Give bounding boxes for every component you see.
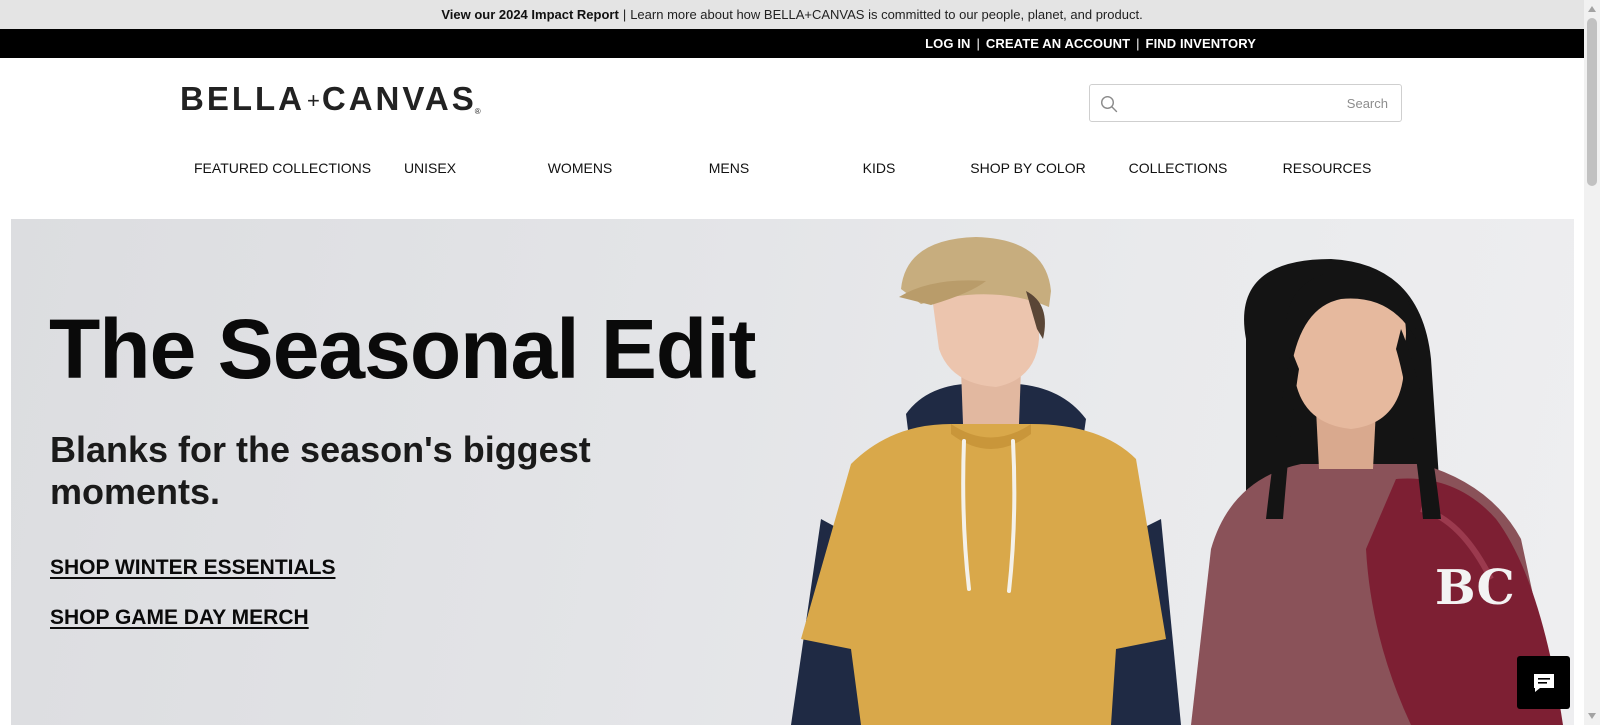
account-separator: | (976, 36, 980, 51)
logo-plus: + (307, 88, 320, 113)
logo-text-left: BELLA (180, 80, 305, 117)
impact-report-link[interactable]: View our 2024 Impact Report (441, 7, 619, 22)
scroll-down-arrow-icon[interactable] (1588, 713, 1596, 719)
jacket-letters: BC (1435, 560, 1515, 616)
nav-item-collections[interactable]: COLLECTIONS (1103, 160, 1253, 176)
nav-item-resources[interactable]: RESOURCES (1252, 160, 1402, 176)
find-inventory-link[interactable]: FIND INVENTORY (1146, 36, 1256, 51)
shop-winter-essentials-link[interactable]: SHOP WINTER ESSENTIALS (50, 556, 335, 580)
announcement-separator: | (622, 7, 627, 22)
scrollbar-thumb[interactable] (1587, 18, 1597, 186)
account-separator: | (1136, 36, 1140, 51)
main-navigation: FEATURED COLLECTIONS UNISEX WOMENS MENS … (194, 160, 1402, 184)
announcement-bar: View our 2024 Impact Report | Learn more… (0, 0, 1584, 29)
login-link[interactable]: LOG IN (925, 36, 970, 51)
chat-bubble-icon (1533, 673, 1554, 692)
nav-item-featured-collections[interactable]: FEATURED COLLECTIONS (194, 160, 371, 176)
shop-game-day-merch-link[interactable]: SHOP GAME DAY MERCH (50, 606, 309, 630)
hero-model-man (791, 237, 1181, 725)
hero-title: The Seasonal Edit (49, 302, 757, 396)
logo-registered-mark: ® (474, 107, 481, 116)
create-account-link[interactable]: CREATE AN ACCOUNT (986, 36, 1130, 51)
search-box[interactable] (1089, 84, 1402, 122)
page-scrollbar[interactable] (1584, 0, 1600, 725)
nav-item-womens[interactable]: WOMENS (505, 160, 655, 176)
nav-item-mens[interactable]: MENS (654, 160, 804, 176)
nav-item-unisex[interactable]: UNISEX (355, 160, 505, 176)
nav-item-shop-by-color[interactable]: SHOP BY COLOR (953, 160, 1103, 176)
search-input[interactable] (1126, 86, 1388, 120)
hero-model-woman: BC (1191, 259, 1563, 725)
account-links: LOG IN | CREATE AN ACCOUNT | FIND INVENT… (925, 29, 1256, 58)
account-bar: LOG IN | CREATE AN ACCOUNT | FIND INVENT… (0, 29, 1584, 58)
scroll-up-arrow-icon[interactable] (1588, 6, 1596, 12)
nav-item-kids[interactable]: KIDS (804, 160, 954, 176)
hero-subtitle: Blanks for the season's biggest moments. (50, 429, 591, 512)
logo-text-right: CANVAS (321, 80, 477, 117)
announcement-text: Learn more about how BELLA+CANVAS is com… (630, 7, 1143, 22)
brand-logo[interactable]: BELLA + CANVAS ® (180, 80, 481, 118)
hero-banner[interactable]: The Seasonal Edit Blanks for the season'… (11, 219, 1574, 725)
chat-button[interactable] (1517, 656, 1570, 709)
search-icon[interactable] (1100, 95, 1118, 113)
